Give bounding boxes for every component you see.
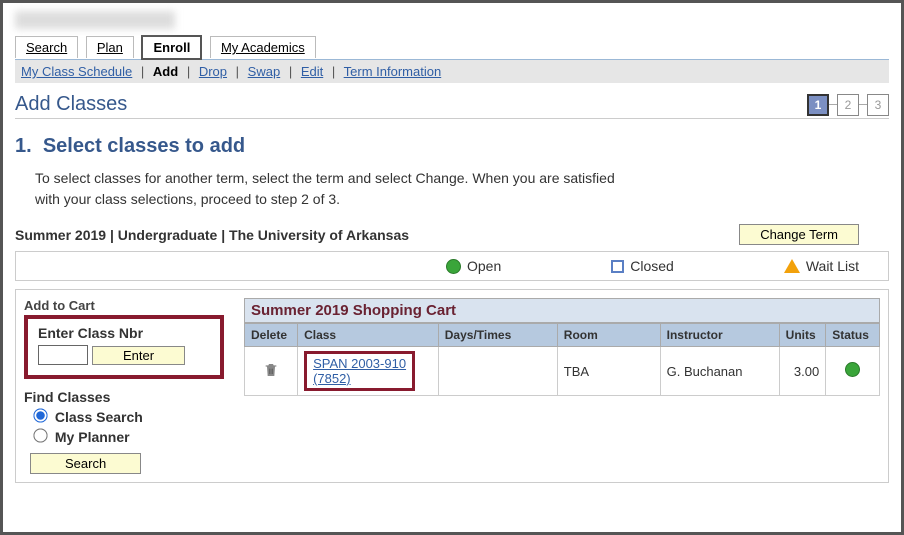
main-content: Add to Cart Enter Class Nbr Enter Find C… bbox=[15, 289, 889, 483]
cart-header-row: Delete Class Days/Times Room Instructor … bbox=[245, 324, 880, 347]
open-icon bbox=[446, 259, 461, 274]
change-term-button[interactable]: Change Term bbox=[739, 224, 859, 245]
class-link[interactable]: SPAN 2003-910 (7852) bbox=[313, 356, 406, 386]
legend-waitlist: Wait List bbox=[784, 258, 859, 274]
cart-panel: Summer 2019 Shopping Cart Delete Class D… bbox=[244, 298, 880, 474]
legend-closed: Closed bbox=[611, 258, 674, 274]
sub-nav: My Class Schedule | Add | Drop | Swap | … bbox=[15, 60, 889, 83]
enter-class-nbr-label: Enter Class Nbr bbox=[38, 325, 210, 341]
legend-open: Open bbox=[446, 258, 501, 274]
step-1: 1 bbox=[807, 94, 829, 116]
cell-units: 3.00 bbox=[779, 347, 826, 396]
class-link-highlight: SPAN 2003-910 (7852) bbox=[304, 351, 415, 391]
subnav-my-class-schedule[interactable]: My Class Schedule bbox=[21, 64, 132, 79]
term-row: Summer 2019 | Undergraduate | The Univer… bbox=[15, 224, 889, 245]
tab-search[interactable]: Search bbox=[15, 36, 78, 58]
enter-class-nbr-box: Enter Class Nbr Enter bbox=[24, 315, 224, 379]
subnav-drop[interactable]: Drop bbox=[199, 64, 227, 79]
subnav-edit[interactable]: Edit bbox=[301, 64, 323, 79]
col-room: Room bbox=[557, 324, 660, 347]
col-instructor: Instructor bbox=[660, 324, 779, 347]
left-panel: Add to Cart Enter Class Nbr Enter Find C… bbox=[24, 298, 224, 474]
section-heading: 1. Select classes to add bbox=[15, 135, 889, 158]
wizard-steps: 1 2 3 bbox=[807, 94, 889, 116]
class-nbr-input[interactable] bbox=[38, 345, 88, 365]
step-2: 2 bbox=[837, 94, 859, 116]
search-button[interactable]: Search bbox=[30, 453, 141, 474]
blurred-header bbox=[15, 11, 175, 29]
subnav-add: Add bbox=[153, 64, 178, 79]
col-class: Class bbox=[298, 324, 439, 347]
tab-plan[interactable]: Plan bbox=[86, 36, 134, 58]
find-classes-label: Find Classes bbox=[24, 389, 224, 405]
class-search-label[interactable]: Class Search bbox=[55, 409, 143, 425]
delete-row-button[interactable] bbox=[263, 367, 279, 382]
closed-icon bbox=[611, 260, 624, 273]
tab-my-academics[interactable]: My Academics bbox=[210, 36, 316, 58]
cart-title: Summer 2019 Shopping Cart bbox=[244, 298, 880, 323]
col-days-times: Days/Times bbox=[438, 324, 557, 347]
intro-text: To select classes for another term, sele… bbox=[35, 168, 889, 210]
app-frame: Search Plan Enroll My Academics My Class… bbox=[0, 0, 904, 535]
tab-enroll[interactable]: Enroll bbox=[141, 35, 202, 60]
cart-table: Delete Class Days/Times Room Instructor … bbox=[244, 323, 880, 396]
page-title-row: Add Classes 1 2 3 bbox=[15, 93, 889, 119]
col-units: Units bbox=[779, 324, 826, 347]
cell-room: TBA bbox=[557, 347, 660, 396]
cell-instructor: G. Buchanan bbox=[660, 347, 779, 396]
subnav-term-info[interactable]: Term Information bbox=[344, 64, 442, 79]
primary-tabs: Search Plan Enroll My Academics bbox=[15, 35, 889, 60]
add-to-cart-label: Add to Cart bbox=[24, 298, 224, 313]
term-info: Summer 2019 | Undergraduate | The Univer… bbox=[15, 227, 409, 243]
cell-days-times bbox=[438, 347, 557, 396]
page-title: Add Classes bbox=[15, 93, 127, 116]
col-delete: Delete bbox=[245, 324, 298, 347]
class-search-radio[interactable] bbox=[33, 408, 47, 422]
cart-row: SPAN 2003-910 (7852) TBA G. Buchanan 3.0… bbox=[245, 347, 880, 396]
status-open-icon bbox=[845, 362, 860, 377]
trash-icon bbox=[263, 361, 279, 379]
subnav-swap[interactable]: Swap bbox=[248, 64, 281, 79]
enter-button[interactable]: Enter bbox=[92, 346, 185, 365]
my-planner-label[interactable]: My Planner bbox=[55, 429, 130, 445]
step-3: 3 bbox=[867, 94, 889, 116]
waitlist-icon bbox=[784, 259, 800, 273]
status-legend: Open Closed Wait List bbox=[15, 251, 889, 281]
col-status: Status bbox=[826, 324, 880, 347]
my-planner-radio[interactable] bbox=[33, 428, 47, 442]
